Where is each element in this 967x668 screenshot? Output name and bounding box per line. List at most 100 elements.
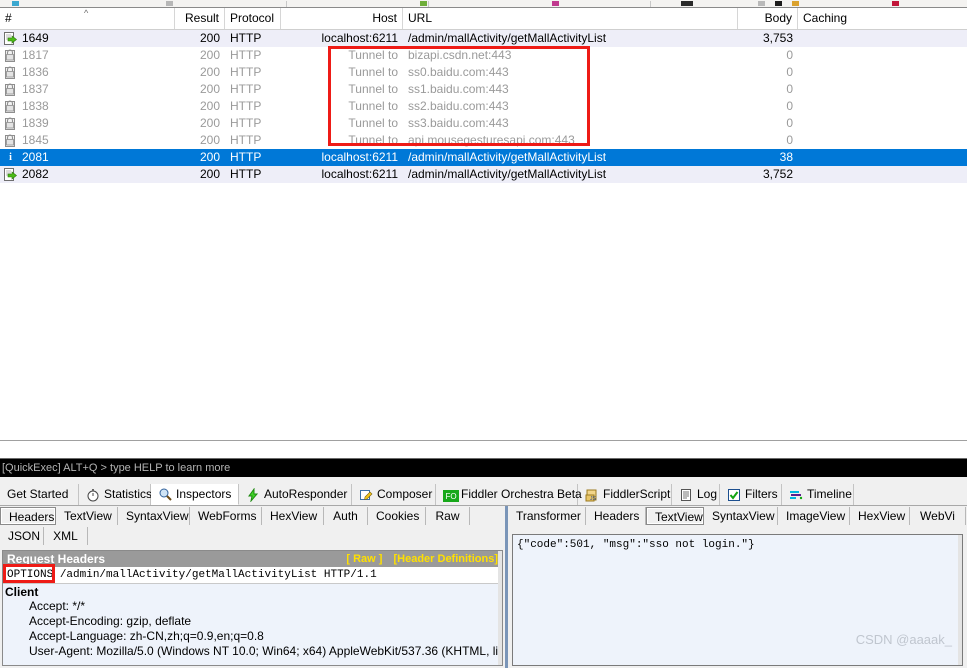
cell-protocol: HTTP xyxy=(230,133,262,147)
cell-host: Tunnel to xyxy=(348,48,398,62)
cell-result: 200 xyxy=(199,133,220,147)
tab-label: Log xyxy=(697,487,718,501)
tab-composer[interactable]: Composer xyxy=(352,484,436,505)
raw-link[interactable]: [ Raw ] xyxy=(346,553,382,565)
cell-body: 0 xyxy=(786,48,793,62)
subtab-hexview[interactable]: HexView xyxy=(262,507,324,525)
tab-statistics[interactable]: Statistics xyxy=(79,484,152,505)
tab-label: Timeline xyxy=(807,487,852,501)
column-header-url[interactable]: URL xyxy=(403,8,738,29)
tab-get-started[interactable]: Get Started xyxy=(0,484,79,505)
header-item: Accept: */* xyxy=(29,599,86,613)
toolbar-icon-2[interactable] xyxy=(166,1,173,6)
quickexec-bar[interactable]: [QuickExec] ALT+Q > type HELP to learn m… xyxy=(0,459,967,477)
request-inspector-tabs-row1[interactable]: Headers TextView SyntaxView WebForms HexView… xyxy=(0,506,505,526)
tab-filters[interactable]: Filters xyxy=(720,484,782,505)
cell-result: 200 xyxy=(199,48,220,62)
tab-label: FiddlerScript xyxy=(603,487,671,501)
subtab-textview[interactable]: TextView xyxy=(56,507,118,525)
cell-url: ss3.baidu.com:443 xyxy=(408,116,509,130)
toolbar-icon-8[interactable] xyxy=(792,1,799,6)
headers-group-label: Client xyxy=(5,585,39,599)
session-list-header[interactable]: # Result Protocol Host URL Body Caching … xyxy=(0,8,967,30)
table-row[interactable]: 2082 200 HTTP localhost:6211/admin/mallActi… xyxy=(0,166,967,183)
subtab-hexview[interactable]: HexView xyxy=(850,507,910,525)
cell-num: 2081 xyxy=(22,150,49,164)
cell-result: 200 xyxy=(199,82,220,96)
request-headers-body: Client Accept: */* Accept-Encoding: gzip,… xyxy=(3,584,502,659)
subtab-headers[interactable]: Headers xyxy=(586,507,646,525)
subtab-json[interactable]: JSON xyxy=(0,527,44,545)
subtab-syntaxview[interactable]: SyntaxView xyxy=(704,507,778,525)
toolbar-icon-4[interactable] xyxy=(552,1,559,6)
cell-body: 0 xyxy=(786,65,793,79)
tab-fiddler-orchestra-beta[interactable]: FO Fiddler Orchestra Beta xyxy=(436,484,582,505)
toolbar-icon-7[interactable] xyxy=(775,1,782,6)
toolbar-icon-3[interactable] xyxy=(420,1,427,6)
cell-host: Tunnel to xyxy=(348,65,398,79)
tab-log[interactable]: Log xyxy=(672,484,720,505)
cell-host: localhost:6211 xyxy=(321,31,399,45)
table-row[interactable]: 1837 200 HTTP Tunnel to ss1.baidu.com:443 0 xyxy=(0,81,967,98)
table-row[interactable]: 1836 200 HTTP Tunnel to ss0.baidu.com:443 0 xyxy=(0,64,967,81)
request-line[interactable]: OPTIONS /admin/mallActivity/getMallActiv… xyxy=(3,567,502,584)
subtab-cookies[interactable]: Cookies xyxy=(368,507,426,525)
subtab-syntaxview[interactable]: SyntaxView xyxy=(118,507,190,525)
table-row[interactable]: 1838 200 HTTP Tunnel to ss2.baidu.com:443 0 xyxy=(0,98,967,115)
table-row[interactable]: 1649 200 HTTP localhost:6211/admin/mallActi… xyxy=(0,30,967,47)
subtab-auth[interactable]: Auth xyxy=(324,507,368,525)
toolbar-icon-6[interactable] xyxy=(758,1,765,6)
subtab-textview[interactable]: TextView xyxy=(646,507,704,525)
column-header-result[interactable]: Result xyxy=(175,8,225,29)
cell-result: 200 xyxy=(199,150,220,164)
subtab-webvi[interactable]: WebVi xyxy=(910,507,966,525)
subtab-xml[interactable]: XML xyxy=(44,527,88,545)
column-header-protocol[interactable]: Protocol xyxy=(225,8,281,29)
request-method[interactable]: OPTIONS xyxy=(7,569,53,581)
subtab-raw[interactable]: Raw xyxy=(426,507,470,525)
header-item: Accept-Language: zh-CN,zh;q=0.9,en;q=0.8 xyxy=(29,629,264,643)
tab-label: Get Started xyxy=(7,487,69,501)
column-header-caching[interactable]: Caching xyxy=(798,8,967,29)
response-inspector-tabs[interactable]: Transformer Headers TextView SyntaxView Imag… xyxy=(508,506,967,526)
tab-inspectors[interactable]: Inspectors xyxy=(151,484,239,505)
session-rows: 1649 200 HTTP localhost:6211/admin/mallActi… xyxy=(0,30,967,183)
header-definitions-link[interactable]: [Header Definitions] xyxy=(393,553,498,565)
response-textview-panel[interactable]: {"code":501, "msg":"sso not login."} CSD… xyxy=(512,534,963,666)
svg-text:JS: JS xyxy=(590,496,597,502)
toolbar-icon-5[interactable] xyxy=(681,1,693,6)
session-list[interactable]: # Result Protocol Host URL Body Caching … xyxy=(0,8,967,440)
cell-num: 1649 xyxy=(22,31,49,45)
subtab-imageview[interactable]: ImageView xyxy=(778,507,850,525)
tab-fiddlerscript[interactable]: JS FiddlerScript xyxy=(578,484,672,505)
main-toolbar-sliver[interactable] xyxy=(0,0,967,8)
response-body-text: {"code":501, "msg":"sso not login."} xyxy=(517,539,755,551)
table-row[interactable]: 1839 200 HTTP Tunnel to ss3.baidu.com:443 0 xyxy=(0,115,967,132)
cell-body: 0 xyxy=(786,133,793,147)
main-tab-strip[interactable]: Get Started Statistics Inspectors AutoRespo… xyxy=(0,484,967,506)
request-inspector-tabs-row2[interactable]: JSON XML xyxy=(0,526,505,546)
subtab-webforms[interactable]: WebForms xyxy=(190,507,262,525)
cell-protocol: HTTP xyxy=(230,167,262,181)
subtab-transformer[interactable]: Transformer xyxy=(508,507,586,525)
column-header-host[interactable]: Host xyxy=(281,8,403,29)
toolbar-icon-1[interactable] xyxy=(12,1,19,6)
sort-indicator-icon: ^ xyxy=(84,8,89,18)
cell-protocol: HTTP xyxy=(230,82,262,96)
response-panel-scrollbar[interactable] xyxy=(958,535,962,665)
cell-caching xyxy=(798,30,967,47)
table-row[interactable]: 1817 200 HTTP Tunnel to bizapi.csdn.net:443 0 xyxy=(0,47,967,64)
subtab-headers[interactable]: Headers xyxy=(0,507,56,525)
tab-timeline[interactable]: Timeline xyxy=(782,484,854,505)
headers-item-list: Accept: */* Accept-Encoding: gzip, deflat… xyxy=(5,599,502,659)
request-headers-scrollbar[interactable] xyxy=(498,551,502,665)
table-row[interactable]: 1845 200 HTTP Tunnel to api.mousegesturesapi… xyxy=(0,132,967,149)
table-row[interactable]: i 2081 200 HTTP localhost:6211/admin/mallAct… xyxy=(0,149,967,166)
cell-caching xyxy=(798,81,967,98)
tab-autoresponder[interactable]: AutoResponder xyxy=(239,484,352,505)
cell-host: Tunnel to xyxy=(348,133,398,147)
toolbar-icon-9[interactable] xyxy=(892,1,899,6)
cell-url: ss0.baidu.com:443 xyxy=(408,65,509,79)
column-header-body[interactable]: Body xyxy=(738,8,798,29)
cell-caching xyxy=(798,115,967,132)
